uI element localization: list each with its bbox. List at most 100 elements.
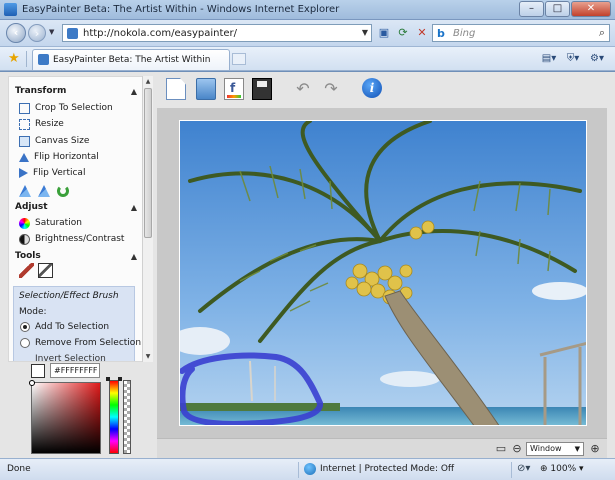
scrollbar-thumb[interactable] <box>144 88 152 238</box>
crop-to-selection-item[interactable]: Crop To Selection <box>19 101 113 115</box>
forward-button[interactable]: › <box>28 24 46 42</box>
status-bar: Done Internet | Protected Mode: Off ⊘▾ ⊕… <box>0 458 615 480</box>
brush-options-panel: Selection/Effect Brush Mode: Add To Sele… <box>13 286 141 361</box>
zoom-mode-select[interactable]: Window ▼ <box>526 442 584 456</box>
hex-color-input[interactable]: #FFFFFFFF <box>50 363 100 378</box>
refresh-icon[interactable]: ⟳ <box>395 25 411 41</box>
close-button[interactable]: ✕ <box>571 1 611 17</box>
saturation-value-picker[interactable] <box>29 380 101 454</box>
ie-icon <box>4 3 17 16</box>
address-dropdown-icon[interactable]: ▼ <box>362 28 368 37</box>
address-actions: ▣ ⟳ ✕ <box>376 25 433 41</box>
zoom-out-icon[interactable]: ⊖ <box>511 443 523 455</box>
color-marker[interactable] <box>29 380 35 386</box>
page-icon <box>67 28 78 39</box>
undo-icon[interactable]: ↶ <box>292 81 314 97</box>
zoom-icon: ⊕ <box>540 464 551 474</box>
redo-icon[interactable]: ↷ <box>320 81 342 97</box>
url-text[interactable]: http://nokola.com/easypainter/ <box>83 28 237 39</box>
rotate-tools <box>19 185 76 197</box>
color-picker: #FFFFFFFF <box>22 360 142 456</box>
hue-slider-handle[interactable] <box>106 377 122 381</box>
rotate-right-icon[interactable] <box>38 185 50 197</box>
flip-horizontal-item[interactable]: Flip Horizontal <box>19 150 99 164</box>
transform-collapse-icon[interactable]: ▲ <box>131 87 137 96</box>
alpha-slider[interactable] <box>123 380 131 454</box>
scroll-up-icon[interactable]: ▲ <box>143 76 153 87</box>
tools-gear-icon[interactable]: ⚙▾ <box>585 51 609 67</box>
crop-icon <box>19 102 30 114</box>
effect-brush-icon[interactable] <box>38 263 53 278</box>
maximize-button[interactable]: □ <box>545 1 570 17</box>
paint-brush-icon[interactable] <box>19 263 34 278</box>
canvas-size-item[interactable]: Canvas Size <box>19 134 89 148</box>
palm-tree-photo <box>180 121 586 425</box>
mode-remove-from-selection[interactable]: Remove From Selection <box>20 338 141 348</box>
save-disk-icon[interactable] <box>252 78 272 100</box>
new-document-icon[interactable] <box>166 78 186 100</box>
zoom-mode-value: Window <box>530 444 562 453</box>
current-color-swatch[interactable] <box>31 364 45 378</box>
search-box[interactable]: b Bing ⌕ <box>432 24 610 42</box>
info-icon[interactable]: i <box>362 78 382 98</box>
zoom-in-icon[interactable]: ⊕ <box>589 443 601 455</box>
bing-icon: b <box>437 27 445 40</box>
search-icon[interactable]: ⌕ <box>599 26 605 40</box>
rotate-left-icon[interactable] <box>19 185 31 197</box>
tools-collapse-icon[interactable]: ▲ <box>131 252 137 261</box>
mode-label: Mode: <box>19 307 47 317</box>
tab-page-icon <box>38 54 49 65</box>
favorites-star-icon[interactable]: ★ <box>8 51 20 66</box>
title-bar: EasyPainter Beta: The Artist Within - Wi… <box>0 0 615 20</box>
zoom-value: 100% <box>550 464 577 474</box>
address-toolbar: ‹ › ▼ http://nokola.com/easypainter/ ▼ ▣… <box>0 20 615 47</box>
window-controls: – □ ✕ <box>518 1 611 17</box>
adjust-heading: Adjust <box>15 202 48 212</box>
window-title: EasyPainter Beta: The Artist Within - Wi… <box>22 4 340 15</box>
scroll-down-icon[interactable]: ▼ <box>143 351 153 362</box>
recent-pages-dropdown[interactable]: ▼ <box>49 28 54 36</box>
brightness-contrast-label: Brightness/Contrast <box>35 234 125 244</box>
saturation-icon <box>19 217 30 229</box>
search-input[interactable]: Bing <box>453 28 475 39</box>
adjust-collapse-icon[interactable]: ▲ <box>131 203 137 212</box>
safety-menu-icon[interactable]: ⛨▾ <box>561 51 585 67</box>
address-bar[interactable]: http://nokola.com/easypainter/ ▼ <box>62 24 372 42</box>
tab-easypainter[interactable]: EasyPainter Beta: The Artist Within <box>32 49 230 70</box>
photo-canvas[interactable] <box>179 120 587 426</box>
compatibility-view-icon[interactable]: ▣ <box>376 25 392 41</box>
rotate-free-icon[interactable] <box>57 185 69 197</box>
brightness-contrast-item[interactable]: Brightness/Contrast <box>19 232 124 246</box>
radio-button[interactable] <box>20 338 30 348</box>
page-menu-icon[interactable]: ▤▾ <box>537 51 561 67</box>
facebook-share-icon[interactable]: f <box>224 78 244 100</box>
hue-slider[interactable] <box>109 380 119 454</box>
brush-title: Selection/Effect Brush <box>19 291 119 301</box>
new-tab-button[interactable] <box>232 53 246 65</box>
minimize-button[interactable]: – <box>519 1 544 17</box>
zoom-bar: ▭ ⊖ Window ▼ ⊕ <box>157 438 607 458</box>
saturation-item[interactable]: Saturation <box>19 216 82 230</box>
radio-button[interactable] <box>20 322 30 332</box>
sidebar: Transform ▲ Crop To Selection Resize Can… <box>8 76 152 362</box>
fit-width-icon[interactable]: ▭ <box>495 443 507 455</box>
canvas-area[interactable] <box>157 108 607 438</box>
sidebar-scrollbar[interactable]: ▲ ▼ <box>142 76 153 362</box>
page-content: Transform ▲ Crop To Selection Resize Can… <box>0 72 615 458</box>
protected-mode-icon[interactable]: ⊘▾ <box>517 463 530 474</box>
tool-palette <box>19 263 57 278</box>
zoom-level[interactable]: ⊕ 100% ▾ <box>540 464 584 474</box>
security-zone-text[interactable]: Internet | Protected Mode: Off <box>320 464 454 474</box>
back-button[interactable]: ‹ <box>6 23 26 43</box>
flip-vertical-item[interactable]: Flip Vertical <box>19 166 85 180</box>
mode-add-label: Add To Selection <box>35 322 110 332</box>
chevron-down-icon: ▼ <box>574 445 580 453</box>
canvas-size-icon <box>19 135 30 147</box>
mode-add-to-selection[interactable]: Add To Selection <box>20 322 109 332</box>
resize-item[interactable]: Resize <box>19 117 64 131</box>
brightness-contrast-icon <box>19 233 30 245</box>
tab-label: EasyPainter Beta: The Artist Within <box>53 55 211 65</box>
open-folder-icon[interactable] <box>196 78 216 100</box>
tools-heading: Tools <box>15 251 41 261</box>
stop-icon[interactable]: ✕ <box>414 25 430 41</box>
